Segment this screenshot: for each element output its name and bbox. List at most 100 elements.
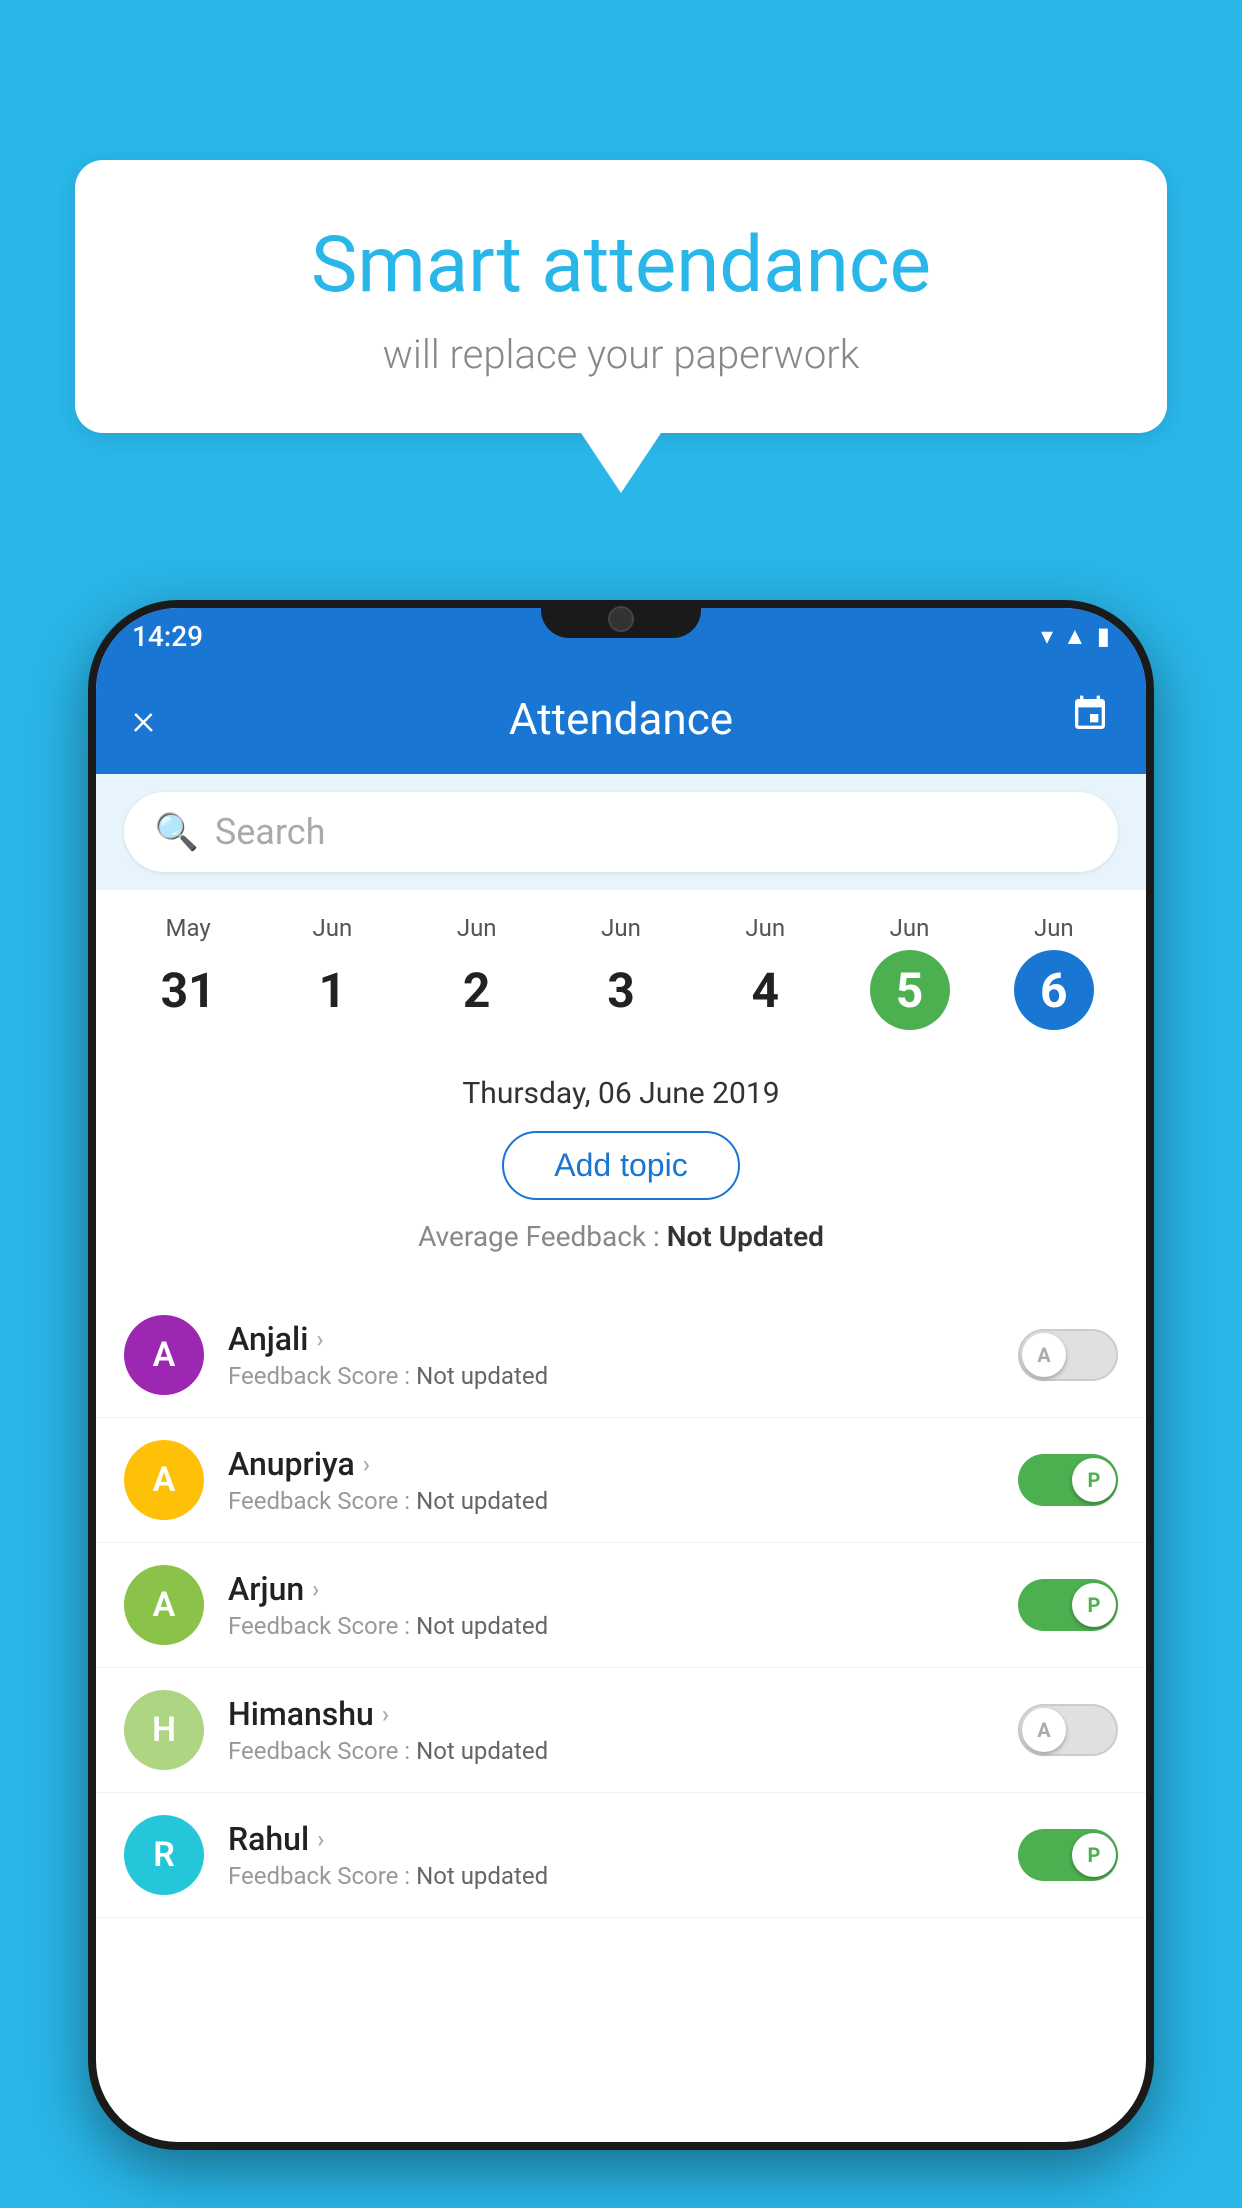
student-item: A Anupriya › Feedback Score : Not update… — [96, 1418, 1146, 1543]
student-avatar: H — [124, 1690, 204, 1770]
speech-bubble-pointer — [581, 433, 661, 493]
student-feedback-value: Not updated — [416, 1612, 548, 1640]
student-info: Rahul › Feedback Score : Not updated — [228, 1820, 994, 1890]
phone-wrapper: 14:29 ▾ ▲ ▮ × Attendance — [88, 600, 1154, 2208]
toggle-track: P — [1018, 1579, 1118, 1631]
average-feedback: Average Feedback : Not Updated — [124, 1220, 1118, 1253]
student-feedback-value: Not updated — [416, 1487, 548, 1515]
calendar-day-0[interactable]: May 31 — [116, 914, 260, 1030]
student-feedback: Feedback Score : Not updated — [228, 1862, 994, 1890]
cal-month: Jun — [1034, 914, 1074, 942]
cal-date: 2 — [437, 950, 517, 1030]
toggle-track: A — [1018, 1704, 1118, 1756]
student-name[interactable]: Anjali › — [228, 1320, 994, 1358]
phone-screen: 14:29 ▾ ▲ ▮ × Attendance — [96, 608, 1146, 2142]
speech-bubble-container: Smart attendance will replace your paper… — [75, 160, 1167, 493]
phone-notch — [541, 600, 701, 638]
chevron-right-icon: › — [363, 1450, 370, 1478]
cal-month: May — [166, 914, 211, 942]
toggle-thumb: P — [1072, 1833, 1116, 1877]
cal-month: Jun — [890, 914, 930, 942]
student-name[interactable]: Anupriya › — [228, 1445, 994, 1483]
student-feedback: Feedback Score : Not updated — [228, 1362, 994, 1390]
signal-icon: ▲ — [1063, 622, 1087, 651]
calendar-day-2[interactable]: Jun 2 — [405, 914, 549, 1030]
chevron-right-icon: › — [317, 1825, 324, 1853]
toggle-thumb: P — [1072, 1458, 1116, 1502]
speech-bubble: Smart attendance will replace your paper… — [75, 160, 1167, 433]
app-bar: × Attendance — [96, 664, 1146, 774]
toggle-thumb: A — [1022, 1708, 1066, 1752]
attendance-toggle[interactable]: A — [1018, 1329, 1118, 1381]
student-info: Arjun › Feedback Score : Not updated — [228, 1570, 994, 1640]
student-info: Anjali › Feedback Score : Not updated — [228, 1320, 994, 1390]
student-info: Himanshu › Feedback Score : Not updated — [228, 1695, 994, 1765]
cal-date: 3 — [581, 950, 661, 1030]
student-list: A Anjali › Feedback Score : Not updated … — [96, 1293, 1146, 1918]
search-input[interactable]: Search — [215, 811, 1088, 853]
app-bar-title: Attendance — [509, 693, 733, 745]
student-feedback-value: Not updated — [416, 1737, 548, 1765]
cal-month: Jun — [457, 914, 497, 942]
calendar-strip: May 31 Jun 1 Jun 2 Jun 3 Jun 4 Jun 5 Jun… — [96, 890, 1146, 1040]
student-avatar: A — [124, 1565, 204, 1645]
cal-month: Jun — [745, 914, 785, 942]
student-avatar: A — [124, 1315, 204, 1395]
toggle-thumb: P — [1072, 1583, 1116, 1627]
content-area: Thursday, 06 June 2019 Add topic Average… — [96, 1040, 1146, 1293]
battery-icon: ▮ — [1097, 622, 1110, 650]
cal-date: 4 — [725, 950, 805, 1030]
student-feedback: Feedback Score : Not updated — [228, 1487, 994, 1515]
attendance-toggle[interactable]: A — [1018, 1704, 1118, 1756]
toggle-track: P — [1018, 1454, 1118, 1506]
close-button[interactable]: × — [132, 697, 155, 741]
calendar-day-4[interactable]: Jun 4 — [693, 914, 837, 1030]
status-time: 14:29 — [132, 620, 203, 653]
phone: 14:29 ▾ ▲ ▮ × Attendance — [88, 600, 1154, 2150]
cal-date: 6 — [1014, 950, 1094, 1030]
chevron-right-icon: › — [316, 1325, 323, 1353]
student-item: A Arjun › Feedback Score : Not updated P — [96, 1543, 1146, 1668]
student-feedback: Feedback Score : Not updated — [228, 1612, 994, 1640]
add-topic-button[interactable]: Add topic — [502, 1131, 739, 1200]
speech-bubble-title: Smart attendance — [135, 220, 1107, 311]
student-item: H Himanshu › Feedback Score : Not update… — [96, 1668, 1146, 1793]
student-avatar: A — [124, 1440, 204, 1520]
student-name[interactable]: Rahul › — [228, 1820, 994, 1858]
attendance-toggle[interactable]: P — [1018, 1829, 1118, 1881]
status-icons: ▾ ▲ ▮ — [1041, 622, 1110, 651]
selected-date: Thursday, 06 June 2019 — [124, 1076, 1118, 1111]
calendar-icon[interactable] — [1070, 694, 1110, 744]
chevron-right-icon: › — [382, 1700, 389, 1728]
chevron-right-icon: › — [312, 1575, 319, 1603]
student-feedback: Feedback Score : Not updated — [228, 1737, 994, 1765]
cal-date: 5 — [870, 950, 950, 1030]
student-item: R Rahul › Feedback Score : Not updated P — [96, 1793, 1146, 1918]
front-camera — [608, 606, 634, 632]
search-bar[interactable]: 🔍 Search — [124, 792, 1118, 872]
student-name[interactable]: Himanshu › — [228, 1695, 994, 1733]
cal-month: Jun — [601, 914, 641, 942]
student-name[interactable]: Arjun › — [228, 1570, 994, 1608]
toggle-track: A — [1018, 1329, 1118, 1381]
calendar-day-6[interactable]: Jun 6 — [982, 914, 1126, 1030]
cal-date: 1 — [292, 950, 372, 1030]
student-feedback-value: Not updated — [416, 1362, 548, 1390]
calendar-day-1[interactable]: Jun 1 — [260, 914, 404, 1030]
avg-feedback-value: Not Updated — [667, 1220, 824, 1253]
cal-date: 31 — [148, 950, 228, 1030]
student-item: A Anjali › Feedback Score : Not updated … — [96, 1293, 1146, 1418]
calendar-day-3[interactable]: Jun 3 — [549, 914, 693, 1030]
attendance-toggle[interactable]: P — [1018, 1454, 1118, 1506]
cal-month: Jun — [313, 914, 353, 942]
wifi-icon: ▾ — [1041, 622, 1053, 650]
avg-feedback-label: Average Feedback : — [418, 1220, 667, 1253]
student-avatar: R — [124, 1815, 204, 1895]
search-icon: 🔍 — [154, 811, 199, 853]
student-info: Anupriya › Feedback Score : Not updated — [228, 1445, 994, 1515]
speech-bubble-subtitle: will replace your paperwork — [135, 331, 1107, 378]
student-feedback-value: Not updated — [416, 1862, 548, 1890]
attendance-toggle[interactable]: P — [1018, 1579, 1118, 1631]
toggle-thumb: A — [1022, 1333, 1066, 1377]
calendar-day-5[interactable]: Jun 5 — [837, 914, 981, 1030]
